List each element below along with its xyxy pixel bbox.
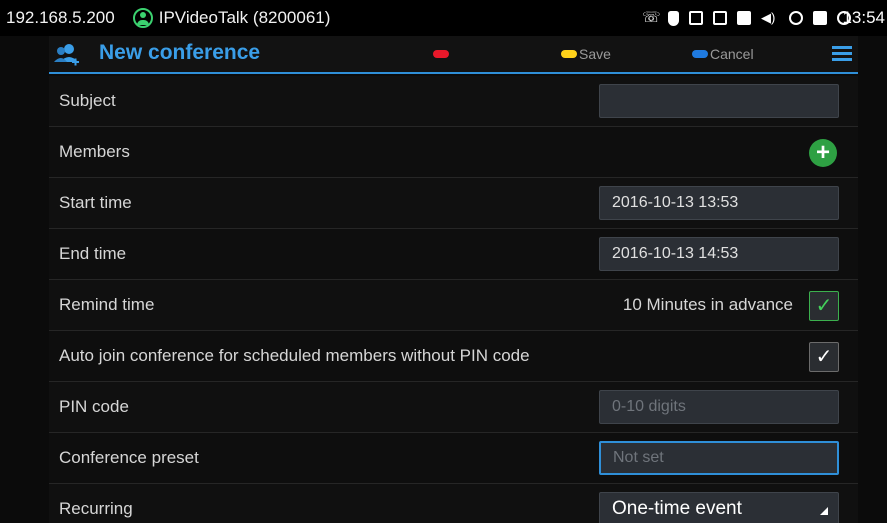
pin-code-label: PIN code (59, 397, 129, 416)
recurring-row: Recurring One-time event (49, 484, 858, 523)
auto-join-row: Auto join conference for scheduled membe… (49, 331, 858, 382)
page-title: New conference (99, 41, 261, 64)
calendar-icon (713, 11, 727, 25)
cloud-icon (789, 11, 803, 25)
end-time-label: End time (59, 244, 127, 263)
account-status-icon (132, 8, 153, 28)
status-icons: ☏ ◀) (642, 0, 851, 36)
storage-icon (813, 11, 827, 25)
auto-join-label: Auto join conference for scheduled membe… (59, 346, 530, 365)
save-button[interactable]: Save (579, 46, 611, 62)
subject-row: Subject (49, 76, 858, 127)
members-label: Members (59, 142, 130, 161)
red-key-indicator[interactable] (433, 50, 449, 58)
mute-icon (668, 10, 679, 26)
cancel-button[interactable]: Cancel (710, 46, 754, 62)
conference-preset-row: Conference preset Not set (49, 433, 858, 484)
add-member-button[interactable]: + (809, 139, 837, 167)
phone-icon: ☏ (642, 9, 661, 26)
auto-join-checkbox[interactable]: ✓ (809, 342, 839, 372)
remind-time-row: Remind time 10 Minutes in advance ✓ (49, 280, 858, 331)
start-time-row: Start time 2016-10-13 13:53 (49, 178, 858, 229)
remind-time-value[interactable]: 10 Minutes in advance (623, 280, 793, 330)
conference-preset-input[interactable]: Not set (599, 441, 839, 475)
cancel-key-indicator[interactable] (692, 50, 708, 58)
dropdown-arrow-icon (820, 507, 828, 515)
status-bar: 192.168.5.200 IPVideoTalk (8200061) ☏ ◀)… (0, 0, 887, 36)
remind-time-label: Remind time (59, 295, 155, 314)
ip-address: 192.168.5.200 (6, 8, 115, 27)
members-row: Members + (49, 127, 858, 178)
subject-label: Subject (59, 91, 116, 110)
menu-icon[interactable] (832, 46, 852, 63)
lock-icon (737, 11, 751, 25)
pin-code-row: PIN code 0-10 digits (49, 382, 858, 433)
start-time-label: Start time (59, 193, 132, 212)
end-time-input[interactable]: 2016-10-13 14:53 (599, 237, 839, 271)
account-name: IPVideoTalk (8200061) (158, 8, 331, 27)
start-time-input[interactable]: 2016-10-13 13:53 (599, 186, 839, 220)
recurring-label: Recurring (59, 499, 133, 518)
conference-icon (54, 44, 79, 66)
conference-form: Subject Members + Start time 2016-10-13 … (49, 76, 858, 523)
screen-icon (689, 11, 703, 25)
end-time-row: End time 2016-10-13 14:53 (49, 229, 858, 280)
clock: 13:54 (842, 8, 885, 27)
volume-icon: ◀) (761, 10, 776, 25)
subject-input[interactable] (599, 84, 839, 118)
recurring-value: One-time event (612, 498, 742, 519)
save-key-indicator[interactable] (561, 50, 577, 58)
recurring-select[interactable]: One-time event (599, 492, 839, 523)
header-divider (49, 72, 858, 74)
pin-code-input[interactable]: 0-10 digits (599, 390, 839, 424)
app-header: New conference Save Cancel (49, 36, 858, 74)
conference-preset-label: Conference preset (59, 448, 199, 467)
remind-time-checkbox[interactable]: ✓ (809, 291, 839, 321)
